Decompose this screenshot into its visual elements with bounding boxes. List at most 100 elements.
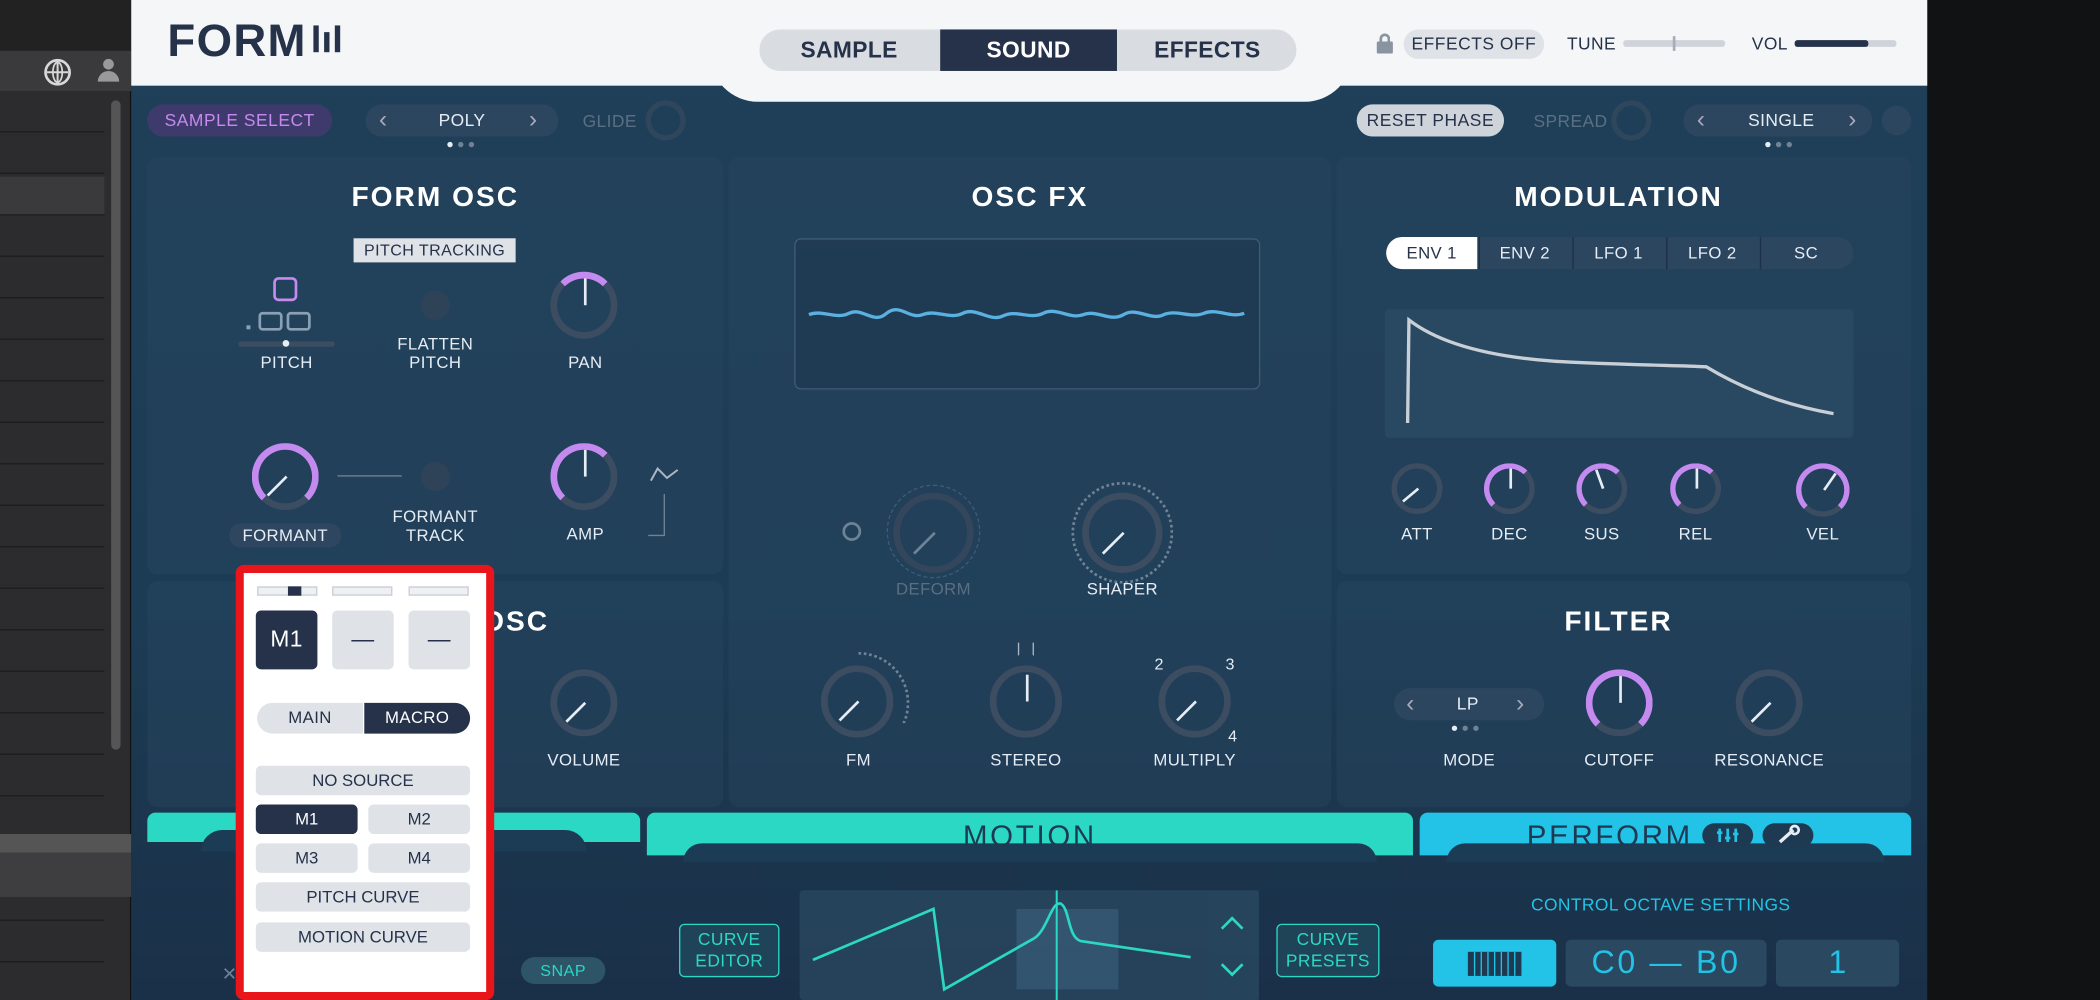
amp-label: AMP bbox=[566, 524, 605, 544]
reset-phase-button[interactable]: RESET PHASE bbox=[1356, 104, 1505, 137]
main-tab-button[interactable]: MAIN bbox=[257, 702, 363, 734]
pitch-slider[interactable] bbox=[238, 340, 335, 347]
filter-next-icon[interactable]: › bbox=[1516, 689, 1524, 717]
phase-mode-value: SINGLE bbox=[1748, 109, 1815, 130]
formant-knob[interactable] bbox=[251, 443, 319, 511]
slot-2-button[interactable]: — bbox=[332, 610, 394, 670]
user-icon[interactable] bbox=[96, 58, 120, 83]
tab-sound[interactable]: SOUND bbox=[940, 29, 1117, 71]
spread-knob[interactable] bbox=[1611, 100, 1652, 141]
cutoff-label: CUTOFF bbox=[1584, 751, 1655, 770]
close-icon[interactable]: × bbox=[222, 960, 236, 988]
lock-icon[interactable] bbox=[1376, 33, 1393, 54]
resonance-label: RESONANCE bbox=[1714, 751, 1825, 770]
filter-prev-icon[interactable]: ‹ bbox=[1406, 689, 1414, 717]
vel-knob[interactable] bbox=[1796, 463, 1850, 517]
macro-tab-button[interactable]: MACRO bbox=[364, 702, 471, 734]
curve-presets-button[interactable]: CURVE PRESETS bbox=[1276, 923, 1380, 978]
pitch-tracking-badge[interactable]: PITCH TRACKING bbox=[353, 238, 516, 263]
tab-lfo1[interactable]: LFO 1 bbox=[1572, 236, 1663, 270]
stereo-wave-icon bbox=[1017, 642, 1034, 656]
multiply-tick-3: 3 bbox=[1225, 654, 1235, 674]
pitch-curve-button[interactable]: PITCH CURVE bbox=[255, 882, 471, 912]
dec-label: DEC bbox=[1491, 524, 1528, 544]
pitch-label: PITCH bbox=[260, 353, 313, 373]
pan-knob[interactable] bbox=[550, 272, 617, 339]
envelope-display[interactable] bbox=[1384, 309, 1854, 438]
waveform-display bbox=[794, 238, 1261, 390]
form-osc-title: FORM OSC bbox=[351, 182, 520, 213]
wrench-icon[interactable] bbox=[1762, 823, 1814, 848]
tab-sample[interactable]: SAMPLE bbox=[759, 29, 938, 70]
pitch-mode-icon[interactable] bbox=[246, 277, 326, 336]
tab-sc[interactable]: SC bbox=[1759, 236, 1851, 270]
vol-slider[interactable] bbox=[1794, 40, 1897, 47]
phase-prev-icon[interactable]: ‹ bbox=[1697, 106, 1705, 134]
tab-env2[interactable]: ENV 2 bbox=[1478, 236, 1570, 270]
tab-env1[interactable]: ENV 1 bbox=[1386, 236, 1478, 270]
tune-slider[interactable] bbox=[1623, 36, 1726, 51]
formant-track-toggle[interactable] bbox=[420, 461, 451, 492]
effects-off-button[interactable]: EFFECTS OFF bbox=[1403, 29, 1545, 59]
slot-1-button[interactable]: M1 bbox=[255, 610, 318, 670]
glide-knob[interactable] bbox=[645, 100, 686, 141]
amp-envelope-icon[interactable] bbox=[608, 462, 686, 537]
host-sidebar bbox=[0, 0, 132, 1000]
amp-knob[interactable] bbox=[550, 443, 618, 511]
deform-power-icon[interactable] bbox=[842, 522, 862, 541]
extra-toggle[interactable] bbox=[1881, 105, 1912, 136]
macro-m2-button[interactable]: M2 bbox=[368, 804, 471, 835]
motion-curve-display[interactable] bbox=[799, 890, 1259, 1000]
formant-label[interactable]: FORMANT bbox=[229, 523, 342, 548]
stereo-label: STEREO bbox=[990, 751, 1062, 770]
snap-button[interactable]: SNAP bbox=[520, 957, 606, 984]
tab-lfo2[interactable]: LFO 2 bbox=[1666, 236, 1757, 270]
app-window: FORM SAMPLE SOUND EFFECTS EFFECTS OFF TU… bbox=[0, 0, 2100, 1000]
modulation-title: MODULATION bbox=[1514, 182, 1723, 213]
octave-range-display[interactable]: C0 — B0 bbox=[1565, 939, 1767, 987]
rel-knob[interactable] bbox=[1670, 463, 1722, 515]
vel-label: VEL bbox=[1806, 524, 1840, 544]
curve-editor-button[interactable]: CURVE EDITOR bbox=[679, 923, 780, 978]
osc-fx-title: OSC FX bbox=[971, 182, 1089, 213]
flatten-pitch-toggle[interactable] bbox=[420, 290, 451, 320]
globe-icon[interactable] bbox=[44, 58, 71, 86]
sample-select-button[interactable]: SAMPLE SELECT bbox=[147, 104, 333, 137]
stereo-knob[interactable] bbox=[989, 665, 1063, 738]
resonance-knob[interactable] bbox=[1735, 669, 1803, 737]
voice-prev-icon[interactable]: ‹ bbox=[379, 106, 387, 134]
octave-value-display[interactable]: 1 bbox=[1775, 939, 1900, 987]
chevron-up-icon[interactable] bbox=[1220, 916, 1244, 940]
host-scrollbar[interactable] bbox=[111, 100, 121, 750]
keyboard-icon bbox=[1467, 951, 1522, 976]
motion-curve-button[interactable]: MOTION CURVE bbox=[255, 922, 471, 952]
volume-knob[interactable] bbox=[550, 669, 618, 737]
keyboard-button[interactable] bbox=[1433, 939, 1557, 987]
dec-knob[interactable] bbox=[1483, 463, 1535, 515]
macro-m4-button[interactable]: M4 bbox=[368, 843, 471, 873]
cutoff-knob[interactable] bbox=[1585, 669, 1653, 737]
vol-label: VOL bbox=[1751, 33, 1788, 54]
att-knob[interactable] bbox=[1391, 463, 1443, 515]
chevron-down-icon[interactable] bbox=[1220, 953, 1244, 977]
curve-scroll[interactable] bbox=[1208, 890, 1259, 1000]
deform-label: DEFORM bbox=[896, 579, 971, 599]
macro-m3-button[interactable]: M3 bbox=[255, 843, 358, 873]
fm-label: FM bbox=[845, 751, 871, 770]
slot-3-button[interactable]: — bbox=[408, 610, 471, 670]
voice-next-icon[interactable]: › bbox=[529, 106, 537, 134]
mixer-icon[interactable] bbox=[1702, 823, 1754, 848]
multiply-knob[interactable] bbox=[1158, 665, 1231, 738]
perform-label: PERFORM bbox=[1526, 819, 1693, 853]
logo: FORM bbox=[167, 16, 347, 68]
phase-next-icon[interactable]: › bbox=[1848, 106, 1856, 134]
tune-label: TUNE bbox=[1566, 33, 1616, 54]
flatten-pitch-label: FLATTEN PITCH bbox=[397, 334, 474, 373]
tab-effects[interactable]: EFFECTS bbox=[1118, 29, 1296, 70]
mode-label: MODE bbox=[1443, 751, 1496, 770]
macro-m1-button[interactable]: M1 bbox=[255, 804, 358, 835]
no-source-button[interactable]: NO SOURCE bbox=[255, 765, 471, 796]
filter-mode-value: LP bbox=[1456, 693, 1479, 714]
sus-knob[interactable] bbox=[1576, 463, 1628, 515]
pan-label: PAN bbox=[568, 353, 603, 373]
